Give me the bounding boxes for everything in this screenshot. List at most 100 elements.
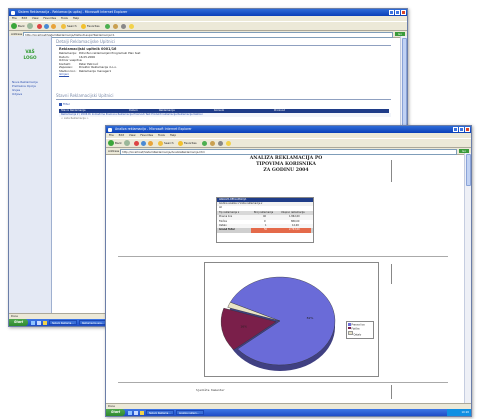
favorites-button-label[interactable]: Favorites	[87, 24, 100, 29]
pie-chart-frame[interactable]: 82% 16% Pravna lica Fizička Ostalo	[204, 262, 379, 377]
maximize-button[interactable]	[395, 10, 400, 15]
front-scrollbar[interactable]	[464, 153, 471, 404]
forward-arrow-icon[interactable]	[124, 140, 130, 146]
print-icon[interactable]	[121, 23, 126, 29]
search-button-label[interactable]: Search	[164, 141, 174, 146]
desktop-quicklaunch-icon[interactable]	[133, 410, 138, 415]
refresh-icon[interactable]	[44, 23, 49, 29]
mail-icon[interactable]	[210, 140, 215, 146]
search-icon[interactable]	[61, 23, 66, 29]
pie-slice-label: 82%	[307, 316, 314, 320]
taskbar: Start Sistem Reklama... Analiza reklam..…	[106, 409, 471, 416]
left-sidebar: VAŠ LOGO Nove Reklamacije Pretrazna Opci…	[9, 36, 52, 321]
folder-icon[interactable]	[226, 140, 231, 146]
address-input[interactable]: http://localhost/SistemReklamacija/Anali…	[120, 149, 457, 155]
legend-swatch	[348, 330, 353, 336]
search-button-label[interactable]: Search	[67, 24, 77, 29]
menu-tools[interactable]: Tools	[158, 133, 165, 137]
ie-icon	[108, 127, 112, 132]
minimize-button[interactable]	[453, 127, 458, 132]
table-row[interactable]: < Lista Reklamacija >	[59, 117, 161, 121]
print-icon[interactable]	[218, 140, 223, 146]
pie-chart: 82% 16%	[220, 276, 336, 371]
menu-tools[interactable]: Tools	[61, 16, 68, 20]
pivot-cell: 50	[264, 228, 268, 232]
forward-arrow-icon[interactable]	[27, 23, 33, 29]
back-window-titlebar[interactable]: Sistem Reklamacija - Reklamacija upitaj …	[9, 9, 407, 16]
address-label: Address	[108, 149, 120, 153]
page-border-mark	[391, 264, 392, 284]
quick-launch	[128, 410, 144, 416]
history-icon[interactable]	[105, 23, 110, 29]
favorites-star-icon[interactable]	[178, 140, 183, 146]
page-border-mark	[391, 160, 392, 182]
menu-file[interactable]: File	[12, 16, 17, 20]
front-window-titlebar[interactable]: Analiza reklamacija - Microsoft Internet…	[106, 126, 471, 133]
section-list-title: Stavni Reklamacijski Upitnici	[56, 93, 114, 98]
favorites-button-label[interactable]: Favorites	[184, 141, 197, 146]
ie-quicklaunch-icon[interactable]	[31, 320, 35, 325]
close-button[interactable]	[465, 127, 470, 132]
taskbar-item[interactable]: Sistem Reklama...	[146, 410, 174, 415]
back-button-label[interactable]: Back	[18, 24, 25, 29]
address-input[interactable]: http://localhost/SistemReklamacija/Defau…	[23, 32, 393, 38]
logo-line2: LOGO	[23, 54, 37, 60]
taskbar-item[interactable]: Reklamacija ana...	[79, 320, 107, 325]
menu-view[interactable]: View	[32, 16, 39, 20]
mail-icon[interactable]	[113, 23, 118, 29]
back-button-label[interactable]: Back	[115, 141, 122, 146]
back-arrow-icon[interactable]	[11, 23, 17, 29]
taskbar-item[interactable]: Sistem Reklama...	[49, 320, 77, 325]
back-arrow-icon[interactable]	[108, 140, 114, 146]
back-window-controls	[389, 10, 406, 15]
desktop-quicklaunch-icon[interactable]	[36, 320, 41, 325]
back-window-title: Sistem Reklamacija - Reklamacija upitaj …	[18, 10, 128, 14]
folder-quicklaunch-icon[interactable]	[139, 410, 144, 415]
back-address-bar: Address http://localhost/SistemReklamaci…	[9, 31, 407, 38]
menu-view[interactable]: View	[129, 133, 136, 137]
folder-icon[interactable]	[129, 23, 134, 29]
field-value: Reklamacije manager1	[79, 68, 112, 73]
close-button[interactable]	[401, 10, 406, 15]
front-browser-window: Analiza reklamacija - Microsoft Internet…	[105, 125, 472, 417]
filter-link[interactable]: Filter	[59, 102, 70, 106]
sidebar-item-odjava[interactable]: Odjava	[12, 92, 38, 96]
section-divider	[56, 99, 391, 100]
maximize-button[interactable]	[459, 127, 464, 132]
scroll-thumb[interactable]	[465, 154, 471, 186]
menu-favorites[interactable]: Favorites	[140, 133, 153, 137]
menu-help[interactable]: Help	[73, 16, 79, 20]
start-button[interactable]: Start	[9, 319, 28, 326]
pivot-table[interactable]: ANALIZA REKLAMACIJA Godina analize ▾ Vrs…	[216, 197, 314, 243]
stop-icon[interactable]	[134, 140, 139, 146]
menu-help[interactable]: Help	[170, 133, 176, 137]
start-button[interactable]: Start	[106, 409, 125, 416]
report-title: ANALIZA REKLAMACIJA PO TIPOVIMA KORISNIK…	[196, 156, 376, 175]
home-icon[interactable]	[148, 140, 153, 146]
favorites-star-icon[interactable]	[81, 23, 86, 29]
refresh-icon[interactable]	[141, 140, 146, 146]
minimize-button[interactable]	[389, 10, 394, 15]
menu-favorites[interactable]: Favorites	[43, 16, 56, 20]
legend-swatch	[348, 326, 351, 330]
status-text: Done	[11, 315, 18, 318]
home-icon[interactable]	[51, 23, 56, 29]
menu-edit[interactable]: Edit	[22, 16, 27, 20]
taskbar-item[interactable]: Analiza reklam...	[176, 410, 204, 415]
section-divider	[56, 45, 391, 46]
stop-icon[interactable]	[37, 23, 42, 29]
sidebar-nav: Nove Reklamacije Pretrazna Opcija Izvjes…	[12, 80, 38, 96]
ie-quicklaunch-icon[interactable]	[128, 410, 132, 415]
pie-slice-label: 16%	[240, 325, 247, 329]
report-title-line: ZA GODINU 2004	[263, 168, 309, 174]
edit-link[interactable]: Izmjeni	[59, 72, 140, 77]
history-icon[interactable]	[202, 140, 207, 146]
section-divider	[118, 382, 448, 383]
folder-quicklaunch-icon[interactable]	[42, 320, 47, 325]
search-icon[interactable]	[158, 140, 163, 146]
menu-file[interactable]: File	[109, 133, 114, 137]
menu-edit[interactable]: Edit	[119, 133, 124, 137]
front-address-bar: Address http://localhost/SistemReklamaci…	[106, 148, 471, 155]
pivot-grand-total-row: Grand Total 50 2.763,00	[217, 228, 313, 233]
filter-label: Filter	[63, 102, 70, 106]
